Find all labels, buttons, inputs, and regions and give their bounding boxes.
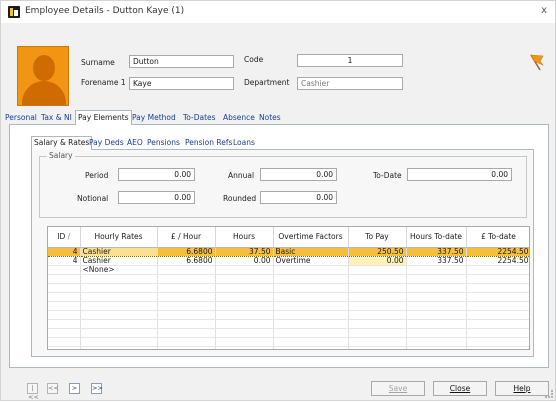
cell-per-hour[interactable]: [157, 265, 216, 275]
forename-field[interactable]: Kaye: [129, 77, 234, 90]
surname-label: Surname: [81, 58, 115, 67]
next-record-button[interactable]: >: [69, 383, 80, 394]
department-label: Department: [244, 78, 290, 87]
col-per-hour[interactable]: £ / Hour: [157, 227, 216, 248]
cell-to-pay[interactable]: 250.50: [348, 247, 407, 257]
col-to-pay[interactable]: To Pay: [348, 227, 407, 248]
empty-row: [48, 292, 529, 302]
surname-field[interactable]: Dutton: [129, 55, 234, 68]
code-label: Code: [244, 55, 264, 64]
cell-hours[interactable]: [215, 265, 274, 275]
rounded-field[interactable]: 0.00: [260, 191, 337, 204]
col-todate[interactable]: £ To-date: [466, 227, 529, 248]
notional-label: Notional: [77, 194, 109, 203]
window-title: Employee Details - Dutton Kaye (1): [25, 6, 185, 16]
salary-group-label: Salary: [47, 151, 75, 160]
annual-label: Annual: [228, 171, 255, 180]
empty-row: [48, 301, 529, 311]
flag-icon[interactable]: [527, 53, 545, 71]
empty-row: [48, 328, 529, 338]
department-field[interactable]: Cashier: [297, 77, 403, 90]
close-button[interactable]: Close: [433, 381, 487, 396]
tab-tax-ni[interactable]: Tax & NI: [39, 111, 74, 124]
cell-todate[interactable]: 2254.50: [466, 247, 529, 257]
cell-to-pay[interactable]: [348, 265, 407, 275]
app-icon: [8, 6, 20, 18]
tab-pension-refs[interactable]: Pension Refs: [183, 137, 234, 149]
col-id[interactable]: ID /: [48, 227, 81, 248]
cell-hours-todate[interactable]: 337.50: [406, 256, 467, 266]
annual-field[interactable]: 0.00: [260, 168, 337, 181]
period-field[interactable]: 0.00: [118, 168, 195, 181]
cell-id[interactable]: [48, 265, 81, 275]
tab-pay-deds[interactable]: Pay Deds: [87, 137, 126, 149]
cell-factor[interactable]: [273, 265, 349, 275]
cell-rate[interactable]: Cashier: [80, 256, 158, 266]
cell-id[interactable]: 4: [48, 247, 81, 257]
forename-label: Forename 1: [81, 78, 126, 87]
cell-hours[interactable]: 0.00: [215, 256, 274, 266]
previous-record-button[interactable]: <<: [47, 383, 59, 394]
empty-row: [48, 310, 529, 320]
first-record-button[interactable]: |<<: [27, 383, 39, 401]
tab-loans[interactable]: Loans: [231, 137, 257, 149]
cell-todate[interactable]: [466, 265, 529, 275]
tab-absence[interactable]: Absence: [221, 111, 257, 124]
resize-grip-icon[interactable]: [545, 390, 553, 398]
notional-field[interactable]: 0.00: [118, 191, 195, 204]
table-row[interactable]: <None>: [48, 265, 529, 275]
table-row[interactable]: 4 Cashier 6.6800 0.00 Overtime 0.00 337.…: [48, 256, 529, 266]
tab-salary-rates[interactable]: Salary & Rates: [31, 136, 93, 150]
save-button[interactable]: Save: [371, 381, 425, 396]
cell-hours-todate[interactable]: 337.50: [406, 247, 467, 257]
tab-pay-method[interactable]: Pay Method: [130, 111, 178, 124]
rounded-label: Rounded: [223, 194, 257, 203]
empty-row: [48, 337, 529, 347]
col-hours[interactable]: Hours: [215, 227, 274, 248]
close-window-icon[interactable]: x: [541, 5, 547, 16]
empty-row: [48, 274, 529, 284]
title-bar: Employee Details - Dutton Kaye (1) x: [1, 1, 555, 23]
tab-personal[interactable]: Personal: [3, 111, 39, 124]
empty-row: [48, 319, 529, 329]
last-record-button[interactable]: >>: [91, 383, 103, 394]
help-button[interactable]: Help: [495, 381, 549, 396]
cell-per-hour[interactable]: 6.6800: [157, 247, 216, 257]
hourly-rates-grid: ID / Hourly Rates £ / Hour Hours Overtim…: [47, 226, 530, 350]
table-row[interactable]: 4 Cashier 6.6800 37.50 Basic 250.50 337.…: [48, 247, 529, 257]
tab-pensions[interactable]: Pensions: [145, 137, 182, 149]
cell-to-pay[interactable]: 0.00: [348, 256, 407, 266]
employee-avatar: [17, 46, 69, 106]
tab-to-dates[interactable]: To-Dates: [181, 111, 218, 124]
period-label: Period: [85, 171, 109, 180]
cell-per-hour[interactable]: 6.6800: [157, 256, 216, 266]
col-hourly-rates[interactable]: Hourly Rates: [80, 227, 158, 248]
cell-hours-todate[interactable]: [406, 265, 467, 275]
cell-hours[interactable]: 37.50: [215, 247, 274, 257]
sort-indicator-icon: /: [67, 232, 71, 242]
cell-rate[interactable]: Cashier: [80, 247, 158, 257]
tab-pay-elements[interactable]: Pay Elements: [75, 110, 132, 125]
todate-field[interactable]: 0.00: [407, 168, 512, 181]
tab-aeo[interactable]: AEO: [125, 137, 145, 149]
tab-notes[interactable]: Notes: [257, 111, 283, 124]
cell-id[interactable]: 4: [48, 256, 81, 266]
grid-header-row: ID / Hourly Rates £ / Hour Hours Overtim…: [48, 227, 529, 248]
empty-row: [48, 346, 529, 349]
cell-factor[interactable]: Overtime: [273, 256, 349, 266]
empty-row: [48, 283, 529, 293]
cell-factor[interactable]: Basic: [273, 247, 349, 257]
col-hours-todate[interactable]: Hours To-date: [406, 227, 467, 248]
cell-rate[interactable]: <None>: [80, 265, 158, 275]
salary-group: [39, 156, 527, 218]
code-field[interactable]: 1: [297, 54, 403, 67]
todate-label: To-Date: [373, 171, 402, 180]
employee-details-window: Employee Details - Dutton Kaye (1) x Sur…: [0, 0, 556, 401]
col-overtime-factors[interactable]: Overtime Factors: [273, 227, 349, 248]
cell-todate[interactable]: 2254.50: [466, 256, 529, 266]
